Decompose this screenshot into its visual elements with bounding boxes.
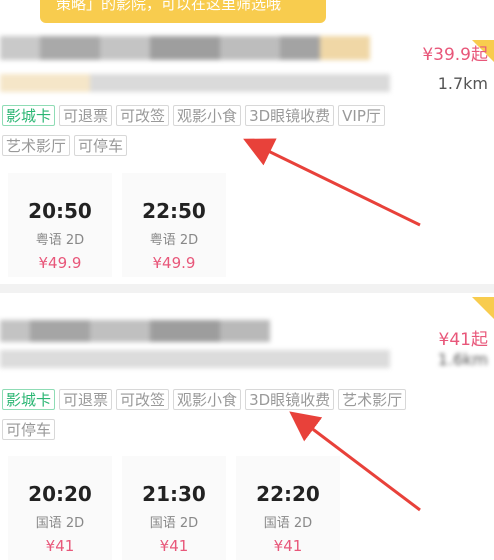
annotation-arrows [243,138,421,512]
annotation-arrow-2 [289,411,421,512]
annotation-arrow-1 [243,138,421,227]
